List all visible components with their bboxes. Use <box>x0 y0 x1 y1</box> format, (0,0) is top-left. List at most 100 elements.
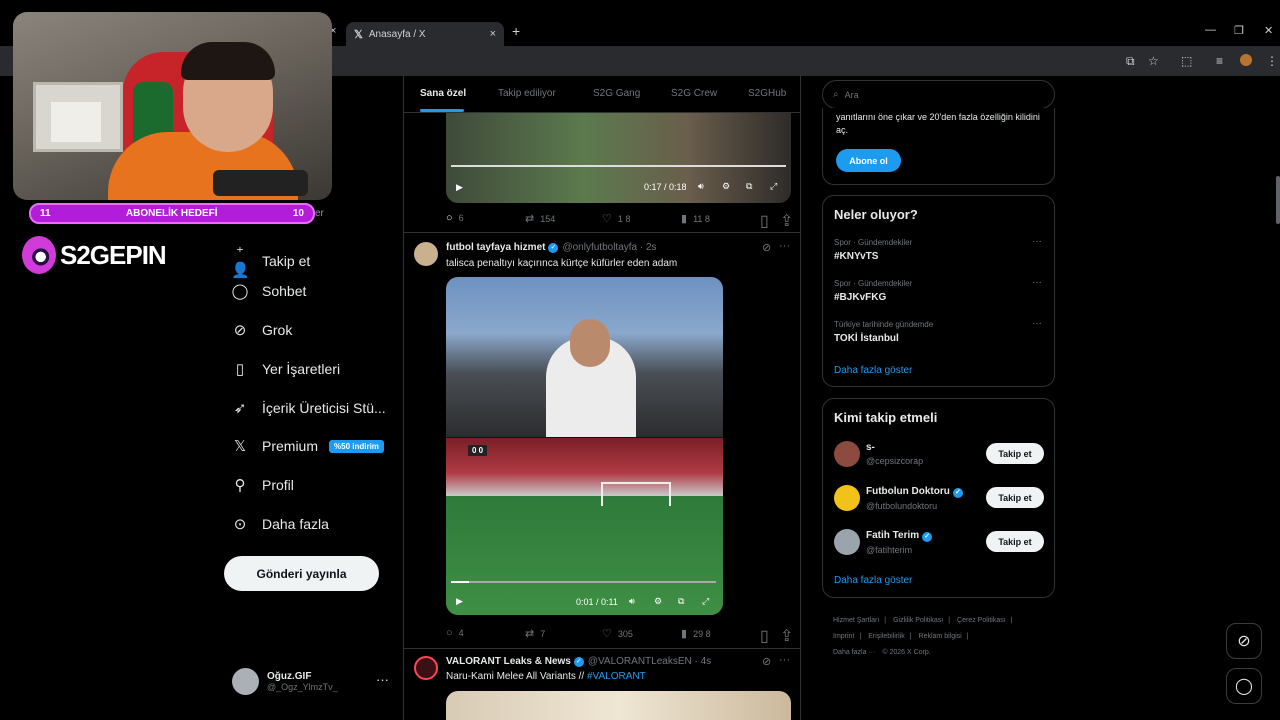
trend-item[interactable]: Spor · Gündemdekiler #KNYvTS <box>834 238 912 262</box>
footer-link-imprint[interactable]: Imprint <box>833 633 854 640</box>
profile-avatar[interactable] <box>1240 54 1252 66</box>
star-icon[interactable]: ☆ <box>1148 54 1159 68</box>
footer-link-accessibility[interactable]: Erişilebilirlik <box>868 633 905 640</box>
footer-link-ads[interactable]: Reklam bilgisi <box>919 633 962 640</box>
nav-item-grok[interactable]: ⊘ Grok <box>231 321 293 339</box>
subscribe-button[interactable]: Abone ol <box>836 149 901 172</box>
share-icon[interactable]: ⇪ <box>780 211 793 231</box>
post-hashtag[interactable]: #VALORANT <box>587 671 646 682</box>
maximize-button[interactable]: ❐ <box>1234 24 1244 37</box>
footer-link-cookies[interactable]: Çerez Politikası <box>957 617 1006 624</box>
post-media[interactable] <box>446 691 791 720</box>
reply-button[interactable]: ○ 6 <box>446 212 464 224</box>
grok-icon[interactable]: ⊘ <box>762 655 771 668</box>
pip-icon[interactable]: ⧉ <box>678 596 684 607</box>
post-video[interactable] <box>446 113 791 203</box>
nav-item-premium[interactable]: 𝕏 Premium %50 indirim <box>231 437 384 455</box>
post-author-name[interactable]: futbol tayfaya hizmet <box>446 242 545 253</box>
grok-fab-button[interactable]: ⊘ <box>1226 623 1262 659</box>
trend-item[interactable]: Spor · Gündemdekiler #BJKvFKG <box>834 279 912 303</box>
tab-for-you[interactable]: Sana özel <box>420 88 466 99</box>
nav-item-bookmarks[interactable]: ▯ Yer İşaretleri <box>231 360 340 378</box>
volume-icon[interactable]: 🔊︎ <box>629 596 635 607</box>
follow-button[interactable]: Takip et <box>986 443 1044 464</box>
nav-item-more[interactable]: ⊙ Daha fazla <box>231 515 329 533</box>
close-tab-icon[interactable]: × <box>490 28 496 40</box>
video-progress-track[interactable] <box>451 165 786 167</box>
video-progress-track[interactable] <box>451 581 716 583</box>
views-button[interactable]: ▮ 29 8 <box>681 627 711 640</box>
trend-more-icon[interactable]: ··· <box>1032 318 1042 329</box>
play-icon[interactable]: ▶ <box>456 182 463 193</box>
install-icon[interactable]: ⧉ <box>1126 54 1135 69</box>
person-icon: ⚲ <box>234 477 246 494</box>
footer-link-more[interactable]: Daha fazla ··· <box>833 649 875 656</box>
trends-show-more-link[interactable]: Daha fazla göster <box>834 365 912 376</box>
follow-button[interactable]: Takip et <box>986 531 1044 552</box>
post-more-icon[interactable]: ··· <box>779 240 790 252</box>
nav-item-chat[interactable]: ◯ Sohbet <box>231 282 307 300</box>
pip-icon[interactable]: ⧉ <box>746 181 752 192</box>
trend-more-icon[interactable]: ··· <box>1032 277 1042 288</box>
bookmark-icon[interactable]: ▯ <box>760 626 769 646</box>
bookmark-icon: ▯ <box>235 361 245 378</box>
follow-button[interactable]: Takip et <box>986 487 1044 508</box>
who-show-more-link[interactable]: Daha fazla göster <box>834 575 912 586</box>
tab-following[interactable]: Takip ediliyor <box>498 88 556 99</box>
nav-item-profile[interactable]: ⚲ Profil <box>231 476 294 494</box>
play-icon[interactable]: ▶ <box>456 596 463 607</box>
minimize-button[interactable]: — <box>1205 24 1216 36</box>
extensions-icon[interactable]: ⬚ <box>1181 54 1192 68</box>
post-author-name[interactable]: VALORANT Leaks & News <box>446 656 571 667</box>
post-button[interactable]: Gönderi yayınla <box>224 556 379 591</box>
browser-tab-active[interactable]: 𝕏 Anasayfa / X × <box>346 22 504 46</box>
nav-label: İçerik Üreticisi Stü... <box>262 400 386 416</box>
suggestion-name: s- <box>866 442 875 453</box>
close-window-button[interactable]: ✕ <box>1264 24 1273 37</box>
footer-link-privacy[interactable]: Gizlilik Politikası <box>893 617 943 624</box>
reply-button[interactable]: ○ 4 <box>446 627 464 639</box>
trend-more-icon[interactable]: ··· <box>1032 236 1042 247</box>
post-video[interactable]: 0 0 <box>446 277 723 615</box>
account-more-icon[interactable]: ··· <box>376 672 389 687</box>
repost-button[interactable]: ⇄ 7 <box>525 627 545 640</box>
page-scrollbar[interactable] <box>1276 176 1280 224</box>
reply-icon: ○ <box>446 212 453 224</box>
search-input[interactable]: ⌕ Ara <box>822 80 1055 109</box>
new-tab-button[interactable]: + <box>512 23 520 39</box>
grok-icon[interactable]: ⊘ <box>762 241 771 254</box>
nav-item-creator-studio[interactable]: ➶ İçerik Üreticisi Stü... <box>231 399 386 417</box>
user-name: Oğuz.GIF <box>267 671 312 682</box>
share-icon[interactable]: ⇪ <box>780 626 793 646</box>
post-author-handle[interactable]: @VALORANTLeaksEN · 4s <box>588 656 711 667</box>
grok-icon: ⊘ <box>233 322 247 339</box>
tab-s2g-crew[interactable]: S2G Crew <box>671 88 717 99</box>
post-more-icon[interactable]: ··· <box>779 654 790 666</box>
trend-item[interactable]: Türkiye tarihinde gündemde TOKİ İstanbul <box>834 320 933 344</box>
views-button[interactable]: ▮ 11 8 <box>681 212 710 225</box>
post-author-avatar[interactable] <box>414 242 438 266</box>
settings-icon[interactable]: ⚙ <box>654 596 662 607</box>
tab-s2g-gang[interactable]: S2G Gang <box>593 88 640 99</box>
fullscreen-icon[interactable]: ⤢ <box>770 181 777 192</box>
repost-count: 7 <box>540 628 546 639</box>
nav-item-follow[interactable]: ⁺👤 Takip et <box>231 243 310 279</box>
media-icon[interactable]: ≡ <box>1216 54 1223 68</box>
post-author-handle[interactable]: @onlyfutboltayfa · 2s <box>562 242 656 253</box>
suggestion-avatar <box>834 485 860 511</box>
browser-menu-icon[interactable]: ⋮ <box>1266 54 1278 68</box>
messages-fab-button[interactable]: ◯ <box>1226 668 1262 704</box>
account-switcher[interactable]: Oğuz.GIF @_Ogz_YlmzTv_ <box>232 668 338 695</box>
suggestion-avatar <box>834 529 860 555</box>
volume-icon[interactable]: 🔊︎ <box>698 181 704 192</box>
fullscreen-icon[interactable]: ⤢ <box>702 596 709 607</box>
settings-icon[interactable]: ⚙ <box>722 181 730 192</box>
like-button[interactable]: ♡ 305 <box>602 627 633 640</box>
footer-link-terms[interactable]: Hizmet Şartları <box>833 617 879 624</box>
stream-logo: S2GEPIN <box>22 236 167 274</box>
tab-s2ghub[interactable]: S2GHub <box>748 88 786 99</box>
like-button[interactable]: ♡ 1 8 <box>602 212 630 225</box>
post-author-avatar[interactable] <box>414 656 438 680</box>
bookmark-icon[interactable]: ▯ <box>760 211 769 231</box>
repost-button[interactable]: ⇄ 154 <box>525 212 555 225</box>
